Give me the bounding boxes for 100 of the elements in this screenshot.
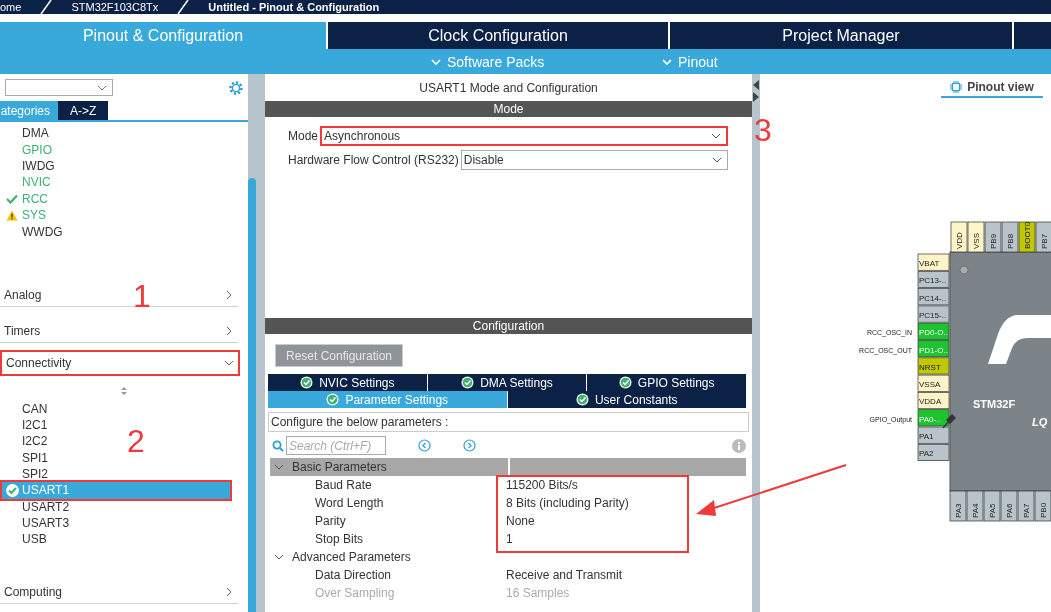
- select-field[interactable]: Disable: [460, 150, 728, 170]
- annotation-number: 3: [754, 114, 772, 146]
- checkmark-icon: [461, 376, 475, 389]
- pin[interactable]: VSSA: [917, 374, 950, 392]
- pin[interactable]: PA2: [917, 443, 950, 461]
- pin[interactable]: VDD: [950, 221, 968, 253]
- caret-icon: [97, 84, 107, 91]
- search-field[interactable]: Search (Ctrl+F): [286, 436, 386, 455]
- search-icon: [272, 439, 284, 452]
- chevron-icon[interactable]: [224, 587, 234, 598]
- pin[interactable]: NRST: [917, 357, 950, 375]
- parameter-name: Data Direction: [315, 568, 393, 582]
- peripheral-item[interactable]: SPI2: [0, 465, 52, 483]
- chevron-icon[interactable]: [274, 552, 284, 562]
- panel-title: USART1 Mode and Configuration: [418, 80, 599, 97]
- pin[interactable]: VBAT: [917, 253, 950, 271]
- parameter-value[interactable]: Receive and Transmit: [506, 568, 623, 582]
- parameter-name: Parity: [315, 514, 347, 528]
- annotation-number: 2: [127, 425, 145, 457]
- checkmark-icon: [326, 393, 340, 406]
- field-label: Hardware Flow Control (RS232): [288, 153, 459, 167]
- hint-text: Configure the below parameters :: [268, 412, 749, 432]
- pin[interactable]: PB8: [1001, 221, 1019, 253]
- peripheral-item[interactable]: I2C2: [0, 433, 52, 450]
- category-header[interactable]: Connectivity: [0, 349, 240, 376]
- breadcrumb-item[interactable]: Untitled - Pinout & Configuration: [208, 0, 380, 14]
- peripheral-item[interactable]: USB: [0, 531, 51, 548]
- parameter-value[interactable]: None: [506, 514, 535, 528]
- previous-icon[interactable]: [418, 439, 431, 452]
- chevron-icon[interactable]: [274, 462, 284, 472]
- pin[interactable]: PA7: [1017, 490, 1035, 522]
- pin[interactable]: PA4: [966, 490, 984, 522]
- pushpin-icon: [942, 414, 956, 429]
- peripheral-item[interactable]: SPI1: [0, 449, 52, 466]
- chip-label: LQ: [1032, 416, 1048, 428]
- pin[interactable]: PA6: [1000, 490, 1018, 522]
- section-header: Configuration: [265, 318, 752, 334]
- caret-icon: [712, 157, 722, 163]
- peripheral-item[interactable]: IWDG: [22, 158, 55, 173]
- pin[interactable]: VDDA: [917, 392, 950, 410]
- view-tab[interactable]: A->Z: [58, 101, 109, 120]
- checkmark-icon: [300, 376, 314, 389]
- info-icon[interactable]: [732, 438, 746, 453]
- chip-label: STM32F: [973, 398, 1016, 410]
- category-label[interactable]: Computing: [4, 585, 63, 600]
- pin[interactable]: PB9: [984, 221, 1002, 253]
- parameter-name: Baud Rate: [315, 478, 373, 492]
- pin[interactable]: PB7: [1035, 221, 1051, 253]
- breadcrumb-item[interactable]: ome: [0, 0, 22, 14]
- sort-icon[interactable]: [120, 385, 128, 396]
- parameter-value[interactable]: 8 Bits (including Parity): [506, 496, 629, 510]
- chevron-icon[interactable]: [224, 325, 234, 336]
- config-tab[interactable]: GPIO Settings: [587, 374, 747, 391]
- pin[interactable]: PA5: [983, 490, 1001, 522]
- parameter-value[interactable]: 115200 Bits/s: [506, 478, 578, 492]
- parameter-value[interactable]: 1: [506, 532, 513, 546]
- next-icon[interactable]: [463, 439, 476, 452]
- peripheral-item[interactable]: USART2: [0, 498, 74, 515]
- pin[interactable]: PC15-..: [917, 305, 950, 323]
- pin[interactable]: PC14-..: [917, 288, 950, 306]
- annotation-number: 1: [133, 280, 151, 312]
- pin[interactable]: VSS: [967, 221, 985, 253]
- category-label[interactable]: Timers: [4, 323, 41, 338]
- field-label: Mode: [288, 129, 319, 143]
- peripheral-item[interactable]: DMA: [22, 126, 49, 141]
- chevron-icon[interactable]: [224, 289, 234, 300]
- logo-icon: [988, 315, 1051, 364]
- pinout-view-tab[interactable]: Pinout view: [941, 80, 1043, 98]
- category-dropdown[interactable]: [5, 79, 113, 96]
- pin1-marker: [959, 265, 969, 275]
- caret-icon: [662, 58, 672, 66]
- pin[interactable]: BOOT0: [1018, 221, 1036, 253]
- config-tab[interactable]: User Constants: [507, 391, 747, 408]
- pin[interactable]: PA1: [917, 426, 950, 444]
- parameter-name: Word Length: [315, 496, 385, 510]
- peripheral-item[interactable]: I2C1: [0, 417, 52, 434]
- peripheral-item[interactable]: WWDG: [22, 224, 63, 239]
- parameter-name: Over Sampling: [315, 586, 396, 600]
- main-tab[interactable]: Project Manager: [668, 22, 1012, 49]
- config-tab[interactable]: DMA Settings: [427, 374, 588, 391]
- settings-icon[interactable]: [228, 79, 244, 96]
- pin[interactable]: PB0: [1034, 490, 1051, 522]
- warning-icon: [6, 209, 18, 221]
- category-label[interactable]: Analog: [4, 287, 42, 302]
- parameter-name: Stop Bits: [315, 532, 365, 546]
- parameter-group-label[interactable]: Basic Parameters: [292, 460, 387, 474]
- scrollbar-thumb[interactable]: [248, 178, 256, 612]
- parameter-group-label[interactable]: Advanced Parameters: [292, 550, 411, 564]
- pin[interactable]: PA3: [949, 490, 967, 522]
- caret-icon: [711, 133, 721, 139]
- checkmark-icon: [6, 483, 19, 497]
- peripheral-item[interactable]: USART3: [0, 514, 74, 532]
- main-tab[interactable]: Clock Configuration: [326, 22, 668, 49]
- config-tab[interactable]: NVIC Settings: [268, 374, 428, 391]
- select-field[interactable]: Asynchronous: [320, 126, 728, 146]
- checkmark-icon: [575, 393, 589, 406]
- peripheral-item[interactable]: CAN: [0, 400, 52, 418]
- caret-icon: [431, 58, 441, 66]
- breadcrumb-item[interactable]: STM32F103C8Tx: [71, 0, 159, 14]
- pin[interactable]: PC13-..: [917, 270, 950, 288]
